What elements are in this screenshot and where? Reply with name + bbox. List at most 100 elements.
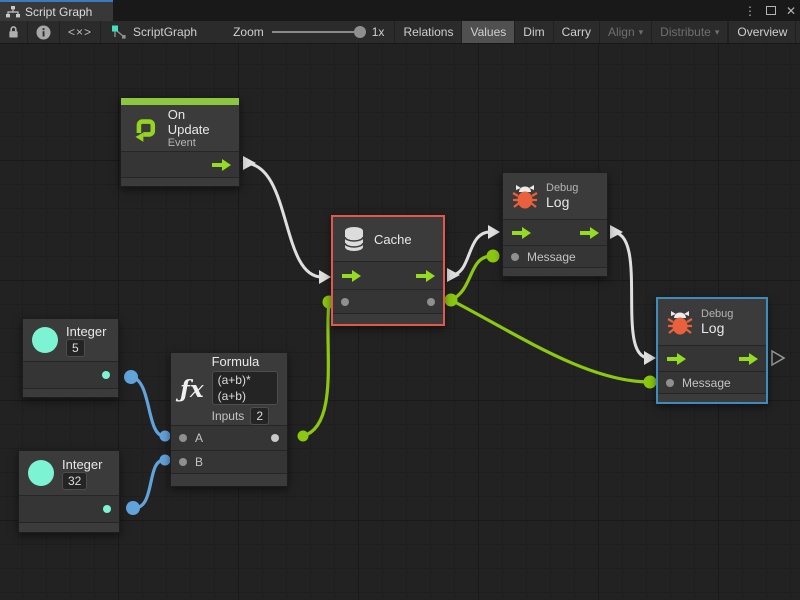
window-maximize-button[interactable] (766, 6, 776, 15)
info-button[interactable] (28, 21, 60, 43)
flow-output-port[interactable] (579, 227, 599, 239)
script-graph-window: Script Graph ⋮ ✕ <×> (0, 0, 800, 600)
integer-value-field[interactable]: 32 (62, 472, 87, 490)
value-output-port[interactable] (427, 298, 435, 306)
value-input-port-b[interactable] (179, 458, 187, 466)
flow-out-arrowhead (243, 156, 256, 170)
value-output-port[interactable] (102, 371, 110, 379)
distribute-label: Distribute (660, 25, 711, 39)
chevron-down-icon: ▾ (715, 27, 720, 38)
graph-canvas[interactable]: On Update Event Cach (0, 44, 800, 600)
flow-port-row (121, 151, 239, 177)
distribute-dropdown[interactable]: Distribute ▾ (652, 21, 728, 43)
code-preview-button[interactable]: <×> (60, 21, 101, 43)
bug-icon (512, 183, 538, 209)
node-subtitle: Event (168, 137, 230, 149)
wire-integer1-to-formula-a[interactable] (131, 377, 164, 436)
node-footer (658, 393, 766, 402)
node-debug-log-2[interactable]: Debug Log Message (656, 297, 768, 404)
graph-breadcrumb[interactable]: ScriptGraph (101, 21, 207, 43)
value-port-row (333, 289, 443, 313)
value-input-port[interactable] (511, 253, 519, 261)
integer-value-field[interactable]: 5 (66, 339, 85, 357)
wire-cache-to-debug1-message[interactable] (451, 256, 492, 300)
wire-cache-to-debug1[interactable] (451, 232, 490, 275)
flow-input-port[interactable] (511, 227, 531, 239)
value-port-row (23, 361, 118, 388)
carry-button[interactable]: Carry (554, 21, 600, 43)
wire-integer2-to-formula-b[interactable] (133, 460, 164, 508)
zoom-slider-knob[interactable] (354, 26, 366, 38)
flow-input-port[interactable] (341, 270, 361, 282)
event-accent-bar (121, 98, 239, 105)
value-wire-endpoint (644, 376, 657, 389)
flow-port-row (333, 261, 443, 289)
value-wire-endpoint (124, 370, 138, 384)
flow-out-arrowhead (447, 268, 460, 282)
integer-icon (32, 327, 58, 353)
wire-formula-to-cache[interactable] (303, 303, 329, 436)
node-integer-2[interactable]: Integer 32 (18, 450, 120, 533)
node-formula[interactable]: ƒx Formula (a+b)*(a+b) Inputs 2 A B (170, 352, 288, 487)
values-button[interactable]: Values (462, 21, 515, 43)
node-on-update[interactable]: On Update Event (120, 97, 240, 187)
lock-button[interactable] (0, 21, 28, 43)
tab-title: Script Graph (25, 5, 92, 19)
flow-in-arrowhead (319, 270, 331, 284)
fullscreen-button[interactable]: Full Screen (796, 21, 800, 43)
flow-port-row (658, 345, 766, 371)
node-integer-1[interactable]: Integer 5 (22, 318, 119, 398)
dim-button[interactable]: Dim (515, 21, 553, 43)
zoom-control: Zoom 1x (223, 21, 394, 43)
integer-icon (28, 460, 54, 486)
wire-onupdate-to-cache[interactable] (244, 163, 322, 277)
relations-button[interactable]: Relations (394, 21, 462, 43)
value-output-port[interactable] (271, 434, 279, 442)
flow-in-arrowhead (644, 351, 656, 365)
flow-output-port[interactable] (738, 353, 758, 365)
flow-input-port[interactable] (666, 353, 686, 365)
overview-button[interactable]: Overview (729, 21, 796, 43)
zoom-value: 1x (372, 25, 385, 39)
window-menu-button[interactable]: ⋮ (744, 5, 756, 17)
inputs-count-field[interactable]: 2 (250, 407, 269, 425)
flow-output-port[interactable] (415, 270, 435, 282)
message-port-row: Message (658, 371, 766, 393)
script-graph-icon (111, 24, 127, 40)
align-dropdown[interactable]: Align ▾ (600, 21, 652, 43)
info-icon (36, 25, 51, 40)
node-cache[interactable]: Cache (331, 215, 445, 326)
node-title: Cache (374, 232, 412, 247)
value-input-port[interactable] (341, 298, 349, 306)
port-label: Message (527, 250, 576, 264)
node-title: Formula (212, 354, 278, 369)
value-input-port[interactable] (666, 379, 674, 387)
window-close-button[interactable]: ✕ (786, 5, 796, 17)
port-label: A (195, 431, 203, 445)
message-port-row: Message (503, 245, 607, 267)
code-icon: <×> (68, 25, 92, 39)
value-wire-endpoint (298, 431, 309, 442)
wire-cache-to-debug2-message[interactable] (451, 300, 650, 382)
node-debug-log-1[interactable]: Debug Log Message (502, 172, 608, 277)
node-title: Log (701, 320, 733, 336)
lock-icon (8, 25, 19, 39)
port-label: B (195, 455, 203, 469)
node-footer (503, 267, 607, 276)
zoom-slider[interactable] (272, 31, 364, 33)
flow-output-port[interactable] (211, 159, 231, 171)
loop-event-icon (130, 113, 160, 143)
graph-hierarchy-icon (6, 6, 20, 18)
tab-script-graph[interactable]: Script Graph (0, 0, 113, 21)
value-input-port-a[interactable] (179, 434, 187, 442)
value-output-port[interactable] (103, 505, 111, 513)
value-wire-endpoint (160, 455, 171, 466)
formula-fx-icon: ƒx (180, 376, 204, 403)
inputs-label: Inputs (212, 409, 245, 423)
unconnected-flow-port[interactable] (772, 351, 784, 365)
formula-expression-field[interactable]: (a+b)*(a+b) (212, 371, 278, 405)
wire-debug1-to-debug2[interactable] (612, 232, 649, 358)
tab-bar: Script Graph ⋮ ✕ (0, 0, 800, 21)
value-wire-endpoint (126, 501, 140, 515)
flow-port-row (503, 219, 607, 245)
